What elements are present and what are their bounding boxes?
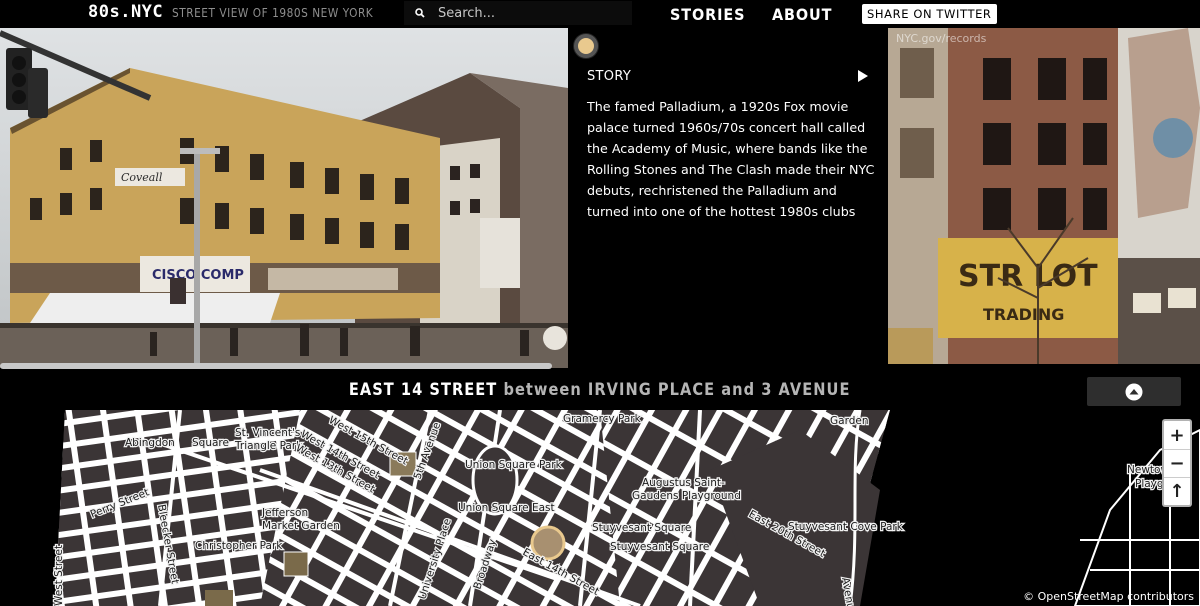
map-label-augustus: Augustus Saint- <box>642 477 725 489</box>
map-label-jefferson: Jefferson <box>261 507 308 519</box>
story-heading: STORY <box>587 69 632 84</box>
north-arrow-icon[interactable]: ↑ <box>1164 477 1190 505</box>
map-label-market-garden: Market Garden <box>262 520 340 532</box>
search-icon[interactable] <box>404 8 436 18</box>
map-label-christopher: Christopher Park <box>195 540 283 552</box>
search-box[interactable] <box>404 1 632 25</box>
play-icon[interactable] <box>858 70 868 82</box>
map-label-stuyvesant-square-2: Stuyvesant Square <box>610 541 709 553</box>
map-label-west-street: West Street <box>53 545 65 606</box>
share-on-twitter-button[interactable]: SHARE ON TWITTER <box>862 4 997 24</box>
map-zoom-control: + − ↑ <box>1162 419 1192 507</box>
map-label-st-vincents: St. Vincent's <box>235 427 300 439</box>
map-label-union-square-park: Union Square Park <box>465 459 563 471</box>
site-logo[interactable]: 80s.NYC <box>88 2 163 22</box>
collapse-map-button[interactable] <box>1087 377 1181 406</box>
map-label-stuyvesant-cove: Stuyvesant Cove Park <box>788 521 904 533</box>
nav-stories-link[interactable]: STORIES <box>670 5 745 24</box>
zoom-in-button[interactable]: + <box>1164 421 1190 449</box>
cross-street-b: 3 AVENUE <box>761 380 851 400</box>
sign-text-4: TRADING <box>983 305 1064 324</box>
map-label-gaudens: Gaudens Playground <box>632 490 741 502</box>
street-photo-main[interactable]: CISCO COMP Coveall <box>0 28 568 368</box>
street-photo-secondary[interactable]: STR LOT TRADING NYC.gov/records <box>888 28 1200 364</box>
map-label-union-square-east: Union Square East <box>458 502 555 514</box>
photo-watermark: NYC.gov/records <box>896 32 987 45</box>
map-label-stuyvesant-square: Stuyvesant Square <box>592 522 691 534</box>
map-label-abingdon: Abingdon <box>125 437 175 449</box>
chevron-up-icon <box>1125 383 1143 400</box>
top-bar: 80s.NYC STREET VIEW OF 1980S NEW YORK ST… <box>0 0 1200 28</box>
story-text: The famed Palladium, a 1920s Fox movie p… <box>587 99 875 219</box>
map-label-square: Square <box>192 437 229 449</box>
street-map[interactable]: Abingdon Square St. Vincent's Triangle P… <box>0 410 1200 606</box>
map-label-gramercy: Gramercy Park <box>563 413 642 425</box>
zoom-out-button[interactable]: − <box>1164 449 1190 477</box>
map-attribution[interactable]: © OpenStreetMap contributors <box>1023 590 1194 603</box>
sign-text-2: Coveall <box>121 171 163 184</box>
nav-about-link[interactable]: ABOUT <box>772 5 832 24</box>
photo-scrollbar[interactable] <box>0 363 552 369</box>
search-input[interactable] <box>436 1 632 25</box>
cross-street-a: IRVING PLACE <box>588 380 716 400</box>
site-tagline: STREET VIEW OF 1980S NEW YORK <box>172 6 374 20</box>
map-label-triangle-park: Triangle Park <box>234 440 303 452</box>
street-between-word: between <box>503 380 583 400</box>
map-label-garden: Garden <box>830 415 868 427</box>
story-panel: STORY The famed Palladium, a 1920s Fox m… <box>568 28 888 364</box>
story-marker-dot[interactable] <box>574 34 598 58</box>
street-name: EAST 14 STREET <box>349 380 498 400</box>
street-title: EAST 14 STREET between IRVING PLACE and … <box>0 380 1200 400</box>
street-and-word: and <box>721 380 756 400</box>
